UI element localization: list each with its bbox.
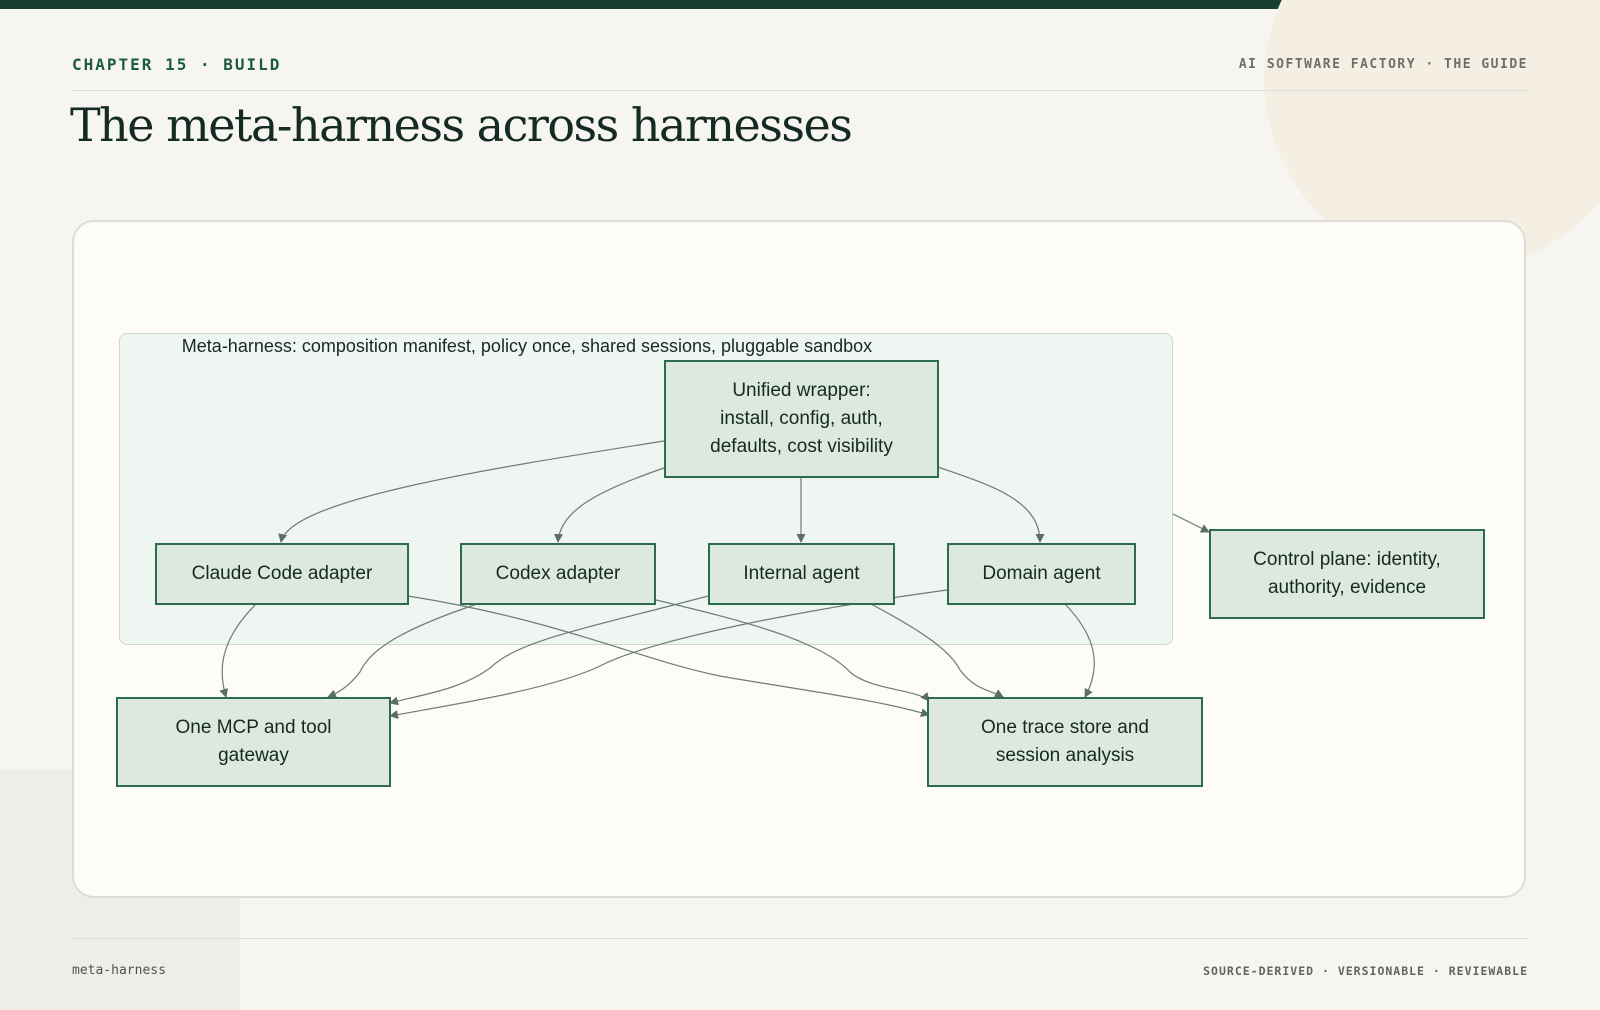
edge-wrapper-codex: [554, 467, 665, 543]
node-trace-store: One trace store and session analysis: [927, 697, 1203, 787]
node-unified-wrapper-line-1: Unified wrapper:: [732, 380, 871, 401]
node-unified-wrapper: Unified wrapper: install, config, auth, …: [664, 360, 939, 478]
node-control-plane-line-1: Control plane: identity,: [1253, 549, 1441, 570]
footer-right-label: SOURCE-DERIVED · VERSIONABLE · REVIEWABL…: [1203, 964, 1528, 978]
node-codex-adapter-label: Codex adapter: [495, 563, 621, 584]
node-control-plane: Control plane: identity, authority, evid…: [1209, 529, 1485, 619]
edge-domain-gateway: [389, 589, 948, 719]
node-trace-store-line-1: One trace store and: [981, 717, 1149, 738]
node-control-plane-line-2: authority, evidence: [1267, 577, 1427, 598]
diagram-edges: [219, 440, 1210, 719]
edge-internal-trace: [870, 603, 1004, 698]
node-internal-agent-label: Internal agent: [743, 563, 860, 584]
edge-meta-control: [1172, 513, 1210, 533]
node-unified-wrapper-line-3: defaults, cost visibility: [710, 436, 893, 457]
node-mcp-tool-gateway-line-1: One MCP and tool: [175, 717, 332, 738]
edge-wrapper-domain: [937, 466, 1045, 543]
node-codex-adapter: Codex adapter: [460, 543, 656, 605]
footer-divider: [72, 938, 1528, 939]
node-claude-code-adapter-label: Claude Code adapter: [191, 563, 373, 584]
edge-codex-gateway: [327, 603, 478, 699]
node-claude-code-adapter: Claude Code adapter: [155, 543, 409, 605]
node-unified-wrapper-line-2: install, config, auth,: [720, 408, 883, 429]
footer-left-label: meta-harness: [72, 963, 166, 978]
edge-claude-trace: [407, 595, 930, 717]
node-mcp-tool-gateway-line-2: gateway: [218, 745, 289, 766]
node-trace-store-line-2: session analysis: [995, 745, 1135, 766]
edge-internal-gateway: [389, 595, 709, 706]
node-mcp-tool-gateway: One MCP and tool gateway: [116, 697, 391, 787]
edge-claude-gateway: [219, 603, 257, 698]
edge-domain-trace: [1064, 603, 1095, 698]
node-internal-agent: Internal agent: [708, 543, 895, 605]
node-domain-agent-label: Domain agent: [982, 563, 1101, 584]
node-domain-agent: Domain agent: [947, 543, 1136, 605]
